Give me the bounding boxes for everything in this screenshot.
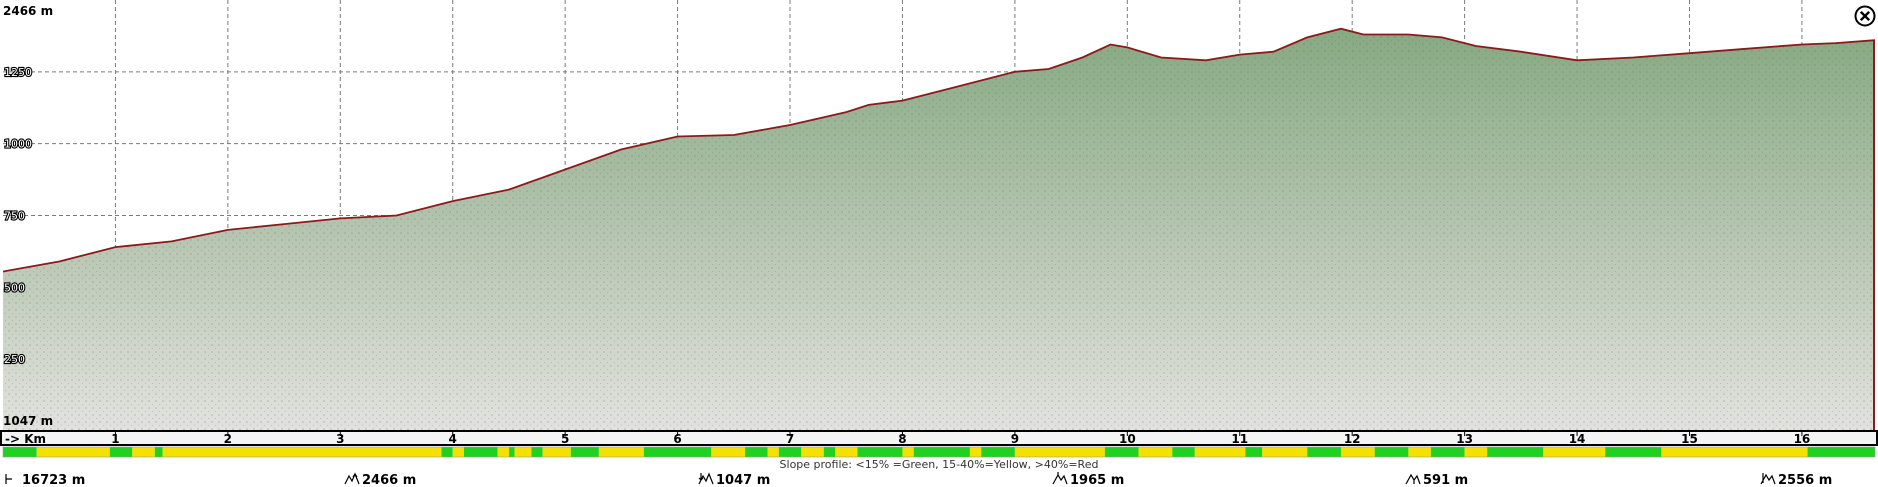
stat-value: 1047 m (716, 473, 770, 487)
x-tick-label-2: 2 (224, 432, 232, 446)
y-tick-label-1250: 1250 (4, 66, 32, 79)
y-tick-label-1000: 1000 (4, 138, 32, 151)
slope-segment (969, 447, 982, 457)
slope-segment (598, 447, 644, 457)
slope-legend: Slope profile: <15% =Green, 15-40%=Yello… (780, 458, 1099, 471)
slope-segment (1104, 447, 1139, 457)
slope-profile-bar (2, 446, 1876, 458)
slope-segment (1245, 447, 1263, 457)
x-tick-label-1: 1 (111, 432, 119, 446)
stat-item: 16723 m (5, 473, 85, 487)
slope-segment (531, 447, 543, 457)
y-tick-label-500: 500 (4, 281, 25, 294)
slope-segment (154, 447, 163, 457)
x-axis-label: -> Km (5, 432, 46, 446)
stat-value: 1965 m (1070, 473, 1124, 487)
y-tick-label-250: 250 (4, 353, 25, 366)
slope-segment (514, 447, 532, 457)
slope-segment (745, 447, 768, 457)
slope-segment (1262, 447, 1308, 457)
elevation-profile-chart[interactable]: 25050075010001250 2466 m 1047 m -> Km 12… (0, 0, 1878, 487)
x-tick-label-3: 3 (336, 432, 344, 446)
max-elevation-icon (1052, 472, 1068, 485)
slope-segment (835, 447, 858, 457)
slope-segment (823, 447, 835, 457)
slope-segment (767, 447, 779, 457)
slope-segment (1430, 447, 1465, 457)
slope-segment (497, 447, 509, 457)
slope-segment (857, 447, 903, 457)
slope-segment (463, 447, 498, 457)
slope-segment (109, 447, 133, 457)
x-tick-label-12: 12 (1344, 432, 1361, 446)
slope-segment (542, 447, 571, 457)
slope-segment (1340, 447, 1375, 457)
stat-item: 1047 m (698, 472, 770, 487)
x-tick-label-6: 6 (673, 432, 681, 446)
total-descent-icon (698, 472, 714, 485)
slope-segment (643, 447, 712, 457)
x-tick-label-9: 9 (1011, 432, 1019, 446)
x-tick-label-5: 5 (561, 432, 569, 446)
slope-segment (1307, 447, 1341, 457)
slope-segment (1374, 447, 1409, 457)
slope-segment (36, 447, 110, 457)
stat-item: 2466 m (344, 472, 416, 487)
slope-segment (1014, 447, 1105, 457)
slope-segment (1408, 447, 1431, 457)
slope-segment (441, 447, 453, 457)
slope-segment (801, 447, 824, 457)
slope-segment (913, 447, 970, 457)
slope-segment (1661, 447, 1808, 457)
stats-row: 16723 m 2466 m 1047 m 1965 m 591 m 2556 m (5, 472, 1832, 487)
slope-segment (132, 447, 155, 457)
slope-segment (1138, 447, 1173, 457)
slope-segment (981, 447, 1015, 457)
stat-value: 2556 m (1778, 473, 1832, 487)
stat-item: 2556 m (1760, 473, 1832, 487)
slope-segment (778, 447, 802, 457)
slope-segment (1807, 447, 1875, 457)
slope-segment (1194, 447, 1246, 457)
total-ascent-icon (344, 472, 360, 485)
slope-segment (452, 447, 464, 457)
y-tick-label-750: 750 (4, 210, 25, 223)
x-axis-frame (0, 430, 1878, 446)
x-tick-label-16: 16 (1794, 432, 1811, 446)
y-axis-top-label: 2466 m (3, 4, 53, 18)
y-axis-bottom-label: 1047 m (3, 414, 53, 428)
x-tick-label-15: 15 (1681, 432, 1698, 446)
stat-value: 591 m (1423, 473, 1468, 487)
distance-icon (5, 474, 12, 484)
stat-item: 591 m (1405, 473, 1468, 487)
slope-segment (902, 447, 914, 457)
slope-segment (1172, 447, 1195, 457)
elevation-range-icon (1760, 473, 1776, 485)
close-icon (1854, 5, 1876, 27)
x-tick-label-11: 11 (1231, 432, 1248, 446)
slope-segment (1605, 447, 1662, 457)
x-tick-label-4: 4 (449, 432, 457, 446)
slope-segment (570, 447, 599, 457)
slope-segment (3, 447, 37, 457)
slope-segment (1543, 447, 1606, 457)
stat-value: 2466 m (362, 473, 416, 487)
min-elevation-icon (1405, 473, 1421, 485)
slope-segment (508, 447, 515, 457)
elevation-area-texture (3, 28, 1875, 431)
slope-segment (162, 447, 442, 457)
stat-item: 1965 m (1052, 472, 1124, 487)
x-tick-label-13: 13 (1456, 432, 1473, 446)
x-tick-label-7: 7 (786, 432, 794, 446)
x-tick-label-14: 14 (1569, 432, 1586, 446)
x-tick-label-10: 10 (1119, 432, 1136, 446)
x-tick-label-8: 8 (898, 432, 906, 446)
slope-segment (1464, 447, 1488, 457)
slope-segment (711, 447, 746, 457)
stat-value: 16723 m (22, 473, 85, 487)
slope-segment (1487, 447, 1544, 457)
close-button[interactable] (1854, 5, 1876, 27)
